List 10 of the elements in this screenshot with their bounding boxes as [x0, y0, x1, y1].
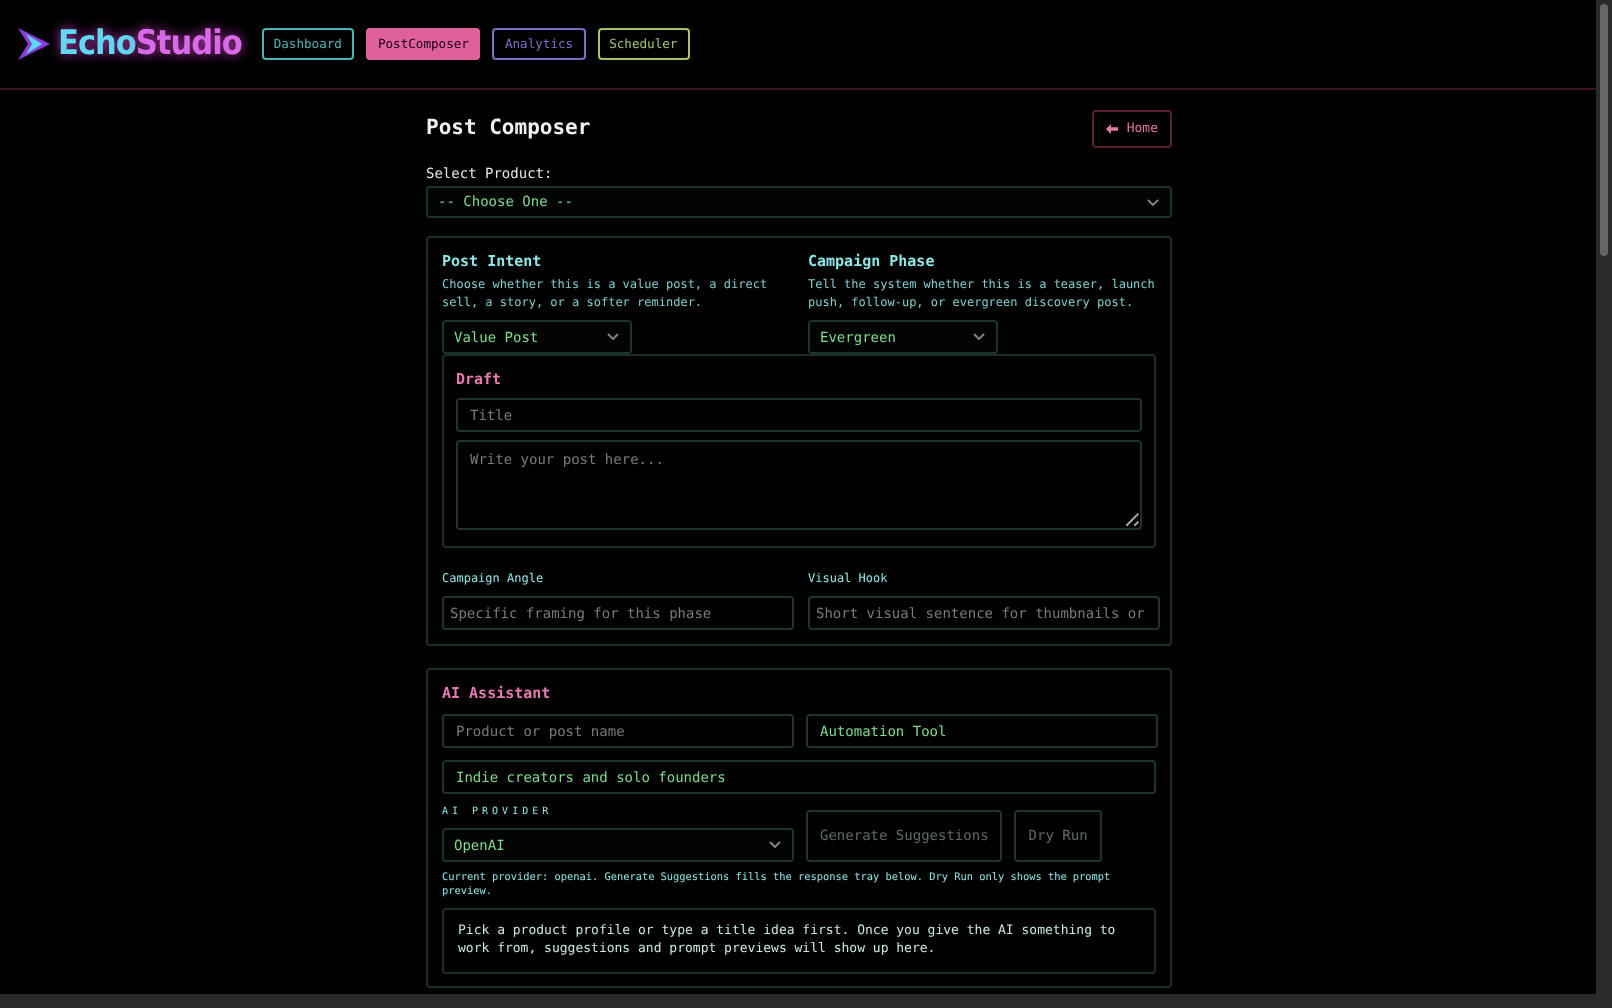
- horizontal-scrollbar[interactable]: [0, 994, 1596, 1008]
- vertical-scrollbar[interactable]: [1596, 0, 1612, 1008]
- logo-text: EchoStudio: [58, 24, 242, 64]
- scrollbar-thumb[interactable]: [1600, 4, 1608, 256]
- page-title: Post Composer: [426, 116, 591, 140]
- arrow-left-icon: [1106, 123, 1119, 133]
- chevron-down-icon: [606, 332, 620, 342]
- chevron-down-icon: [972, 332, 986, 342]
- chevron-down-icon: [768, 840, 782, 850]
- chevron-down-icon: [1146, 197, 1160, 207]
